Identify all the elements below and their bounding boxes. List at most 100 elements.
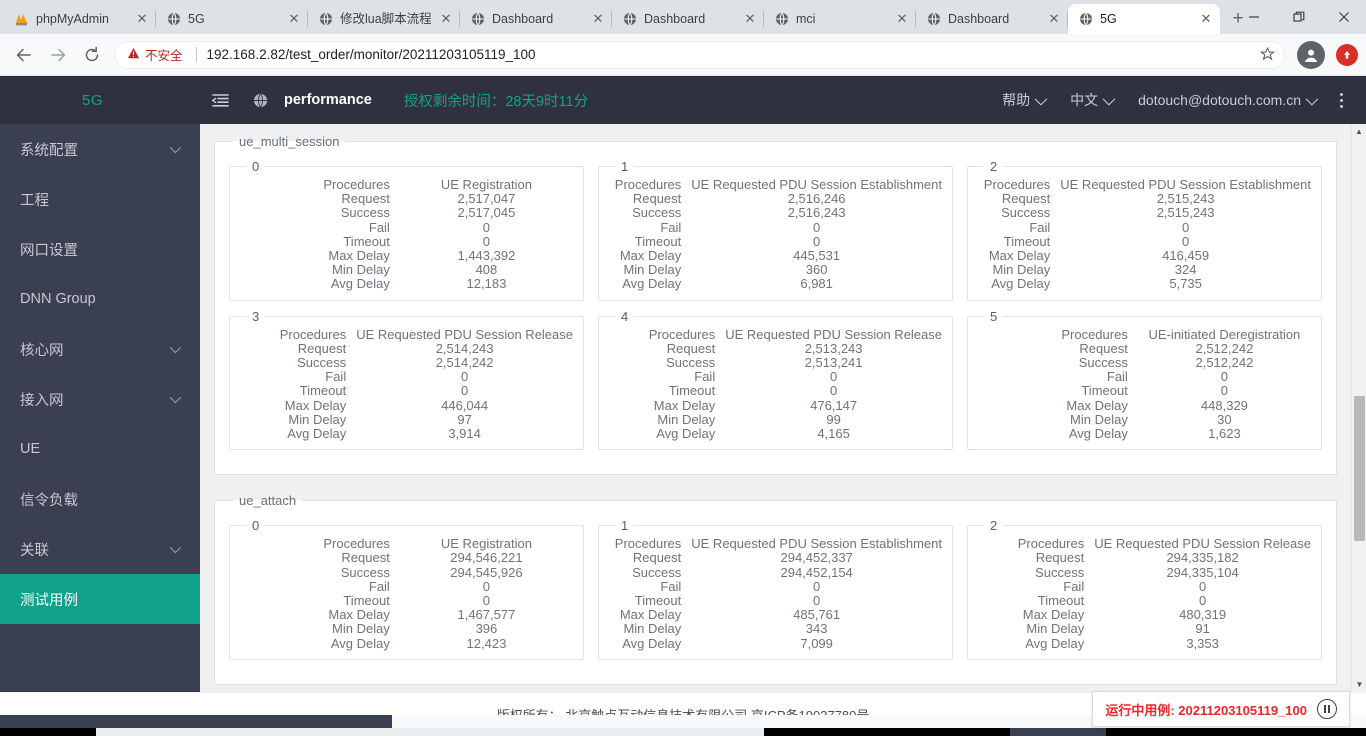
- browser-tab[interactable]: Dashboard ✕: [612, 4, 764, 34]
- globe-icon[interactable]: [240, 93, 280, 108]
- minimize-button[interactable]: [1231, 0, 1276, 34]
- help-menu[interactable]: 帮助: [989, 90, 1057, 110]
- address-bar[interactable]: 不安全 192.168.2.82/test_order/monitor/2021…: [114, 40, 1285, 69]
- browser-tab[interactable]: 5G ✕: [156, 4, 308, 34]
- metric-key: Max Delay: [1066, 397, 1128, 413]
- metric-row: Min Delay 324: [978, 263, 1311, 277]
- metric-value: 2,512,242: [1195, 355, 1254, 371]
- app-brand[interactable]: 5G: [0, 92, 200, 109]
- browser-tab[interactable]: Dashboard ✕: [460, 4, 612, 34]
- metric-row: Avg Delay 12,423: [240, 636, 573, 651]
- metric-row: Timeout 0: [240, 593, 573, 608]
- metric-value: 448,329: [1200, 397, 1248, 413]
- browser-tab[interactable]: mci ✕: [764, 4, 916, 34]
- sidebar-item-port-settings[interactable]: 网口设置: [0, 224, 200, 274]
- metric-card-index: 0: [252, 159, 260, 174]
- metric-key: Fail: [1106, 369, 1128, 385]
- metric-row: Request 294,546,221: [240, 551, 573, 565]
- tab-title: 修改lua脚本流程思: [340, 11, 431, 26]
- back-icon[interactable]: [8, 39, 40, 71]
- profile-avatar[interactable]: [1297, 40, 1325, 69]
- metric-row: Request 294,452,337: [609, 551, 942, 565]
- metric-key: Min Delay: [1026, 621, 1085, 637]
- tab-title: 5G: [188, 11, 205, 26]
- bookmark-star-icon[interactable]: [1254, 42, 1280, 68]
- sidebar-item-dnn-group[interactable]: DNN Group: [0, 274, 200, 324]
- metric-row: Success 2,514,242: [240, 355, 573, 370]
- metric-row: Timeout 0: [240, 234, 573, 249]
- sidebar-item-signaling-load[interactable]: 信令负载: [0, 474, 200, 524]
- metric-key: Procedures: [323, 536, 390, 552]
- metric-row: Max Delay 480,319: [978, 608, 1311, 622]
- close-icon[interactable]: ✕: [1198, 11, 1214, 27]
- close-button[interactable]: [1321, 0, 1366, 34]
- sidebar-item-ue[interactable]: UE: [0, 424, 200, 474]
- browser-tab[interactable]: 修改lua脚本流程思 ✕: [308, 4, 460, 34]
- metric-row: Avg Delay 12,183: [240, 277, 573, 291]
- scroll-up-arrow-icon[interactable]: ▲: [1352, 124, 1366, 139]
- tab-title: Dashboard: [948, 11, 1010, 26]
- chevron-down-icon: [1102, 92, 1116, 105]
- pause-icon[interactable]: [1317, 699, 1337, 719]
- sidebar-item-system-config[interactable]: 系统配置: [0, 124, 200, 174]
- metric-row: Request 294,335,182: [978, 551, 1311, 565]
- close-icon[interactable]: ✕: [1046, 11, 1062, 27]
- browser-window: phpMyAdmin ✕ 5G ✕ 修改lua脚本流程思 ✕ Dashboard…: [0, 0, 1366, 736]
- metric-key: Avg Delay: [656, 426, 716, 442]
- browser-tab[interactable]: phpMyAdmin ✕: [4, 4, 156, 34]
- metric-key: Max Delay: [284, 397, 347, 413]
- scroll-down-arrow-icon[interactable]: ▼: [1352, 677, 1366, 692]
- metric-row: Max Delay 476,147: [609, 398, 942, 413]
- browser-tab[interactable]: Dashboard ✕: [916, 4, 1068, 34]
- metric-value: 360: [805, 262, 828, 278]
- metric-card-index: 1: [621, 159, 629, 174]
- sidebar-item-test-cases[interactable]: 测试用例: [0, 574, 200, 624]
- metric-key: Request: [1001, 191, 1051, 207]
- sidebar-item-project[interactable]: 工程: [0, 174, 200, 224]
- metric-row: Procedures UE Requested PDU Session Relea…: [240, 327, 573, 342]
- metric-value: UE Registration: [440, 177, 532, 192]
- metric-key: Max Delay: [988, 248, 1051, 264]
- chevron-down-icon: [1034, 92, 1048, 105]
- metric-key: Timeout: [634, 233, 682, 249]
- close-icon[interactable]: ✕: [438, 11, 454, 27]
- metric-value: 0: [1220, 383, 1229, 399]
- sidebar-collapse-icon[interactable]: [200, 91, 240, 110]
- more-options-icon[interactable]: [1328, 92, 1354, 108]
- sidebar-item-label: 信令负载: [20, 492, 78, 509]
- browser-tab-active[interactable]: 5G ✕: [1068, 4, 1220, 34]
- close-icon[interactable]: ✕: [286, 11, 302, 27]
- sidebar-item-core-network[interactable]: 核心网: [0, 324, 200, 374]
- metric-value: 0: [1198, 593, 1207, 609]
- metric-row: Timeout 0: [978, 234, 1311, 249]
- metric-row: Avg Delay 7,099: [609, 636, 942, 651]
- metric-value: 1,623: [1208, 426, 1241, 442]
- sidebar-item-label: 接入网: [20, 392, 64, 409]
- sidebar-item-access-network[interactable]: 接入网: [0, 374, 200, 424]
- forward-icon[interactable]: [42, 39, 74, 71]
- not-secure-indicator[interactable]: 不安全: [127, 45, 197, 64]
- metric-value: 0: [829, 383, 838, 399]
- content-scrollbar[interactable]: ▲ ▼: [1351, 124, 1366, 692]
- sidebar-item-label: 核心网: [20, 342, 64, 359]
- scrollbar-thumb[interactable]: [1354, 396, 1365, 541]
- sidebar-item-label: 测试用例: [20, 592, 78, 609]
- language-menu[interactable]: 中文: [1057, 90, 1125, 110]
- metric-key: Min Delay: [332, 621, 390, 637]
- metric-row: Fail 0: [978, 579, 1311, 594]
- sidebar-item-association[interactable]: 关联: [0, 524, 200, 574]
- close-icon[interactable]: ✕: [742, 11, 758, 27]
- metric-value: 446,044: [441, 397, 489, 413]
- reload-icon[interactable]: [76, 39, 108, 71]
- metric-row: Max Delay 416,459: [978, 248, 1311, 264]
- close-icon[interactable]: ✕: [894, 11, 910, 27]
- metric-table: Procedures UE Requested PDU Session Estab…: [978, 177, 1311, 292]
- extension-icon[interactable]: [1336, 43, 1358, 66]
- close-icon[interactable]: ✕: [134, 11, 150, 27]
- metric-row: Request 2,512,242: [978, 341, 1311, 356]
- close-icon[interactable]: ✕: [590, 11, 606, 27]
- metrics-container: ue_multi_session 0 Procedures UE Registrati…: [200, 124, 1351, 692]
- maximize-button[interactable]: [1276, 0, 1321, 34]
- user-menu[interactable]: dotouch@dotouch.com.cn: [1125, 92, 1328, 108]
- globe-icon: [1078, 12, 1093, 27]
